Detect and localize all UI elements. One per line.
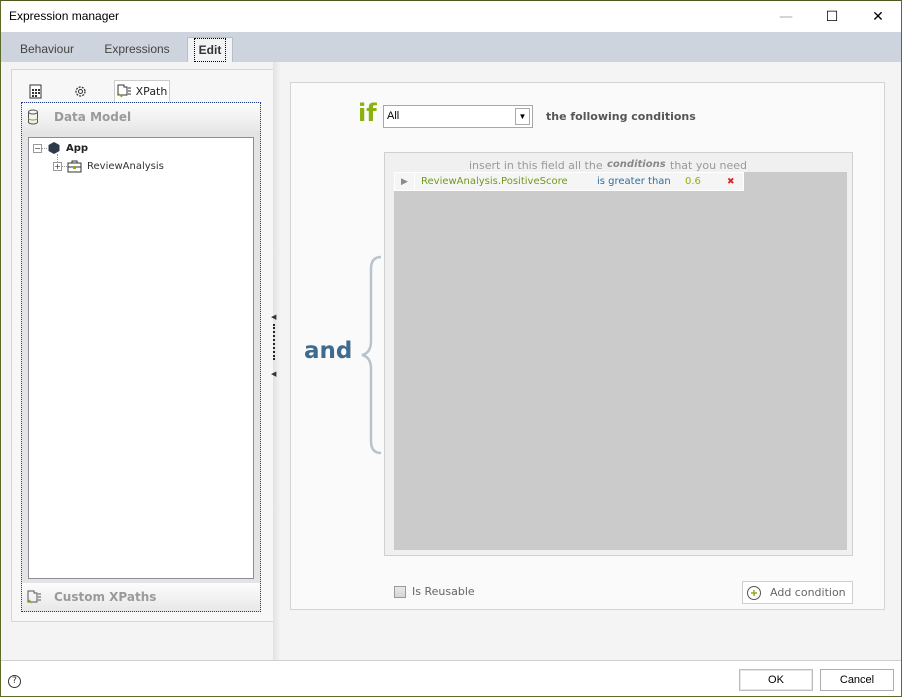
expression-editor-panel: if All ▼ the following conditions and in… (290, 82, 885, 610)
cancel-button[interactable]: Cancel (820, 669, 894, 691)
xpath-icon (117, 84, 131, 98)
xpath-icon (27, 590, 41, 604)
window-title: Expression manager (9, 9, 120, 23)
help-icon[interactable]: ? (8, 675, 21, 688)
condition-row[interactable]: ▶ ReviewAnalysis.PositiveScore is greate… (394, 172, 744, 191)
match-type-select[interactable]: All ▼ (383, 105, 533, 128)
ok-button[interactable]: OK (739, 669, 813, 691)
tree-reviewanalysis-label: ReviewAnalysis (87, 160, 164, 172)
database-icon (28, 109, 38, 125)
cancel-label: Cancel (839, 674, 875, 686)
conditions-hint: insert in this field all the conditions … (385, 159, 854, 173)
dialog-footer: ? OK Cancel (1, 660, 901, 696)
is-reusable-checkbox[interactable] (394, 586, 406, 598)
custom-xpaths-header[interactable]: Custom XPaths (22, 583, 260, 611)
condition-value[interactable]: 0.6 (685, 176, 727, 187)
condition-operator[interactable]: is greater than (597, 176, 685, 187)
dropdown-arrow-icon[interactable]: ▼ (515, 108, 530, 125)
is-reusable-label[interactable]: Is Reusable (412, 585, 475, 598)
collapse-left-arrow-icon[interactable]: ◀ (271, 370, 276, 378)
delete-condition-icon[interactable]: ✖ (727, 177, 735, 187)
match-type-value: All (387, 110, 400, 122)
close-button[interactable]: ✕ (855, 1, 901, 32)
collapse-left-arrow-icon[interactable]: ◀ (271, 313, 276, 321)
maximize-button[interactable]: ☐ (809, 1, 855, 32)
hint-prefix: insert in this field all the (469, 159, 603, 172)
conditions-box: insert in this field all the conditions … (384, 152, 853, 556)
left-tab-xpath[interactable]: XPath (114, 80, 170, 102)
xpath-tab-label: XPath (135, 85, 168, 98)
maximize-icon: ☐ (825, 8, 839, 25)
tab-expressions[interactable]: Expressions (97, 37, 177, 62)
add-condition-button[interactable]: Add condition (742, 581, 853, 604)
minimize-button[interactable]: — (763, 1, 809, 32)
left-tab-table[interactable] (24, 80, 46, 102)
panel-splitter[interactable]: ◀ ◀ (271, 62, 281, 660)
condition-field[interactable]: ReviewAnalysis.PositiveScore (421, 176, 597, 187)
data-model-panel: XPath Data Model − App + ReviewAnalysis … (11, 69, 274, 622)
row-handle-icon[interactable]: ▶ (395, 173, 415, 190)
following-conditions-label: the following conditions (546, 110, 696, 123)
conditions-drop-area[interactable]: ▶ ReviewAnalysis.PositiveScore is greate… (394, 172, 847, 550)
edit-content: XPath Data Model − App + ReviewAnalysis … (1, 62, 901, 660)
if-label: if (358, 99, 377, 127)
tree-node-reviewanalysis[interactable]: + ReviewAnalysis (53, 159, 164, 173)
tree-app-label: App (66, 142, 89, 154)
gear-icon (74, 85, 86, 97)
tab-behaviour[interactable]: Behaviour (11, 37, 83, 62)
tab-expressions-label: Expressions (104, 42, 170, 56)
and-label: and (304, 338, 353, 364)
left-tab-settings[interactable] (68, 80, 92, 102)
entity-briefcase-icon (67, 160, 82, 173)
tree-node-app[interactable]: − App (33, 141, 88, 155)
add-circle-icon (747, 585, 761, 600)
tab-behaviour-label: Behaviour (19, 42, 75, 56)
app-cube-icon (48, 142, 60, 154)
data-model-header[interactable]: Data Model (22, 103, 260, 131)
tab-edit[interactable]: Edit (187, 37, 233, 62)
expand-icon[interactable]: + (53, 161, 62, 171)
close-icon: ✕ (872, 8, 884, 25)
data-model-area: Data Model − App + ReviewAnalysis Custom… (21, 102, 261, 612)
curly-brace-icon (361, 255, 382, 455)
title-bar: Expression manager — ☐ ✕ (1, 1, 901, 32)
ok-label: OK (768, 674, 784, 686)
expression-manager-window: Expression manager — ☐ ✕ Behaviour Expre… (0, 0, 902, 697)
hint-emphasis: conditions (607, 159, 666, 170)
data-model-tree: − App + ReviewAnalysis (28, 137, 254, 579)
add-condition-label: Add condition (770, 586, 846, 599)
custom-xpaths-title: Custom XPaths (54, 590, 157, 604)
splitter-grip[interactable] (273, 324, 275, 360)
hint-suffix: that you need (670, 159, 748, 172)
table-icon (29, 84, 41, 98)
collapse-icon[interactable]: − (33, 143, 42, 153)
data-model-title: Data Model (54, 110, 132, 124)
tab-edit-label: Edit (193, 38, 227, 62)
minimize-icon: — (779, 8, 793, 25)
main-tabs: Behaviour Expressions Edit (1, 32, 901, 62)
